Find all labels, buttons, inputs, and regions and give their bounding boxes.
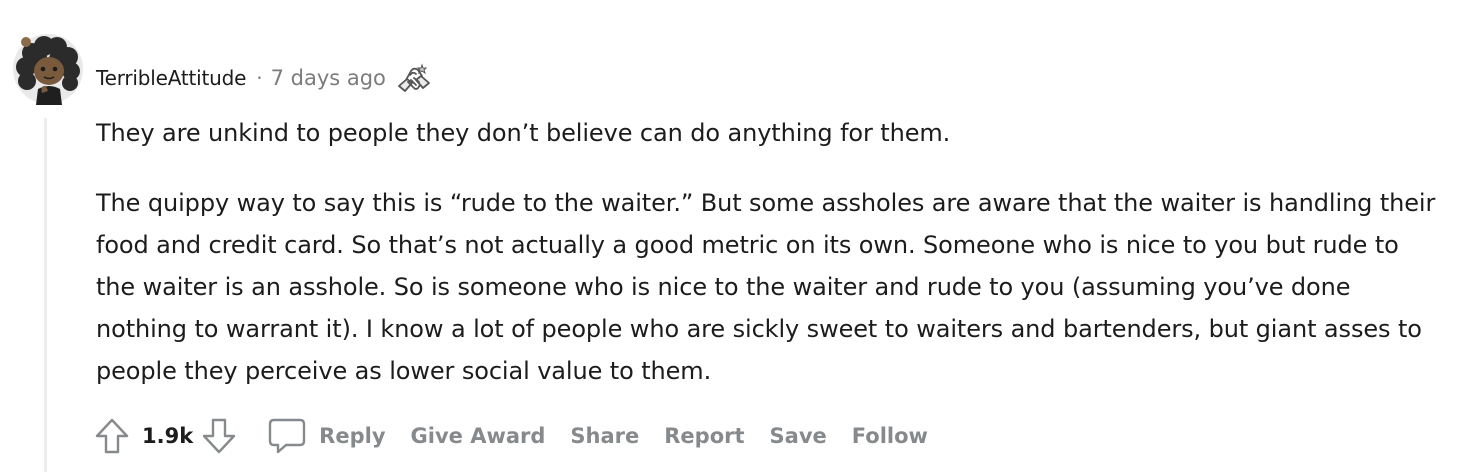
comment-bubble-icon: [268, 418, 306, 454]
thread-line[interactable]: [44, 118, 47, 472]
comment-actions: 1.9k Reply Give Award Share Report Save …: [92, 414, 928, 458]
comment-paragraph: The quippy way to say this is “rude to t…: [96, 189, 1436, 385]
downvote-arrow-icon: [202, 418, 236, 454]
avatar-icon: [13, 34, 83, 105]
downvote-button[interactable]: [199, 414, 239, 458]
award-handshake-icon[interactable]: [396, 62, 432, 94]
give-award-button[interactable]: Give Award: [411, 424, 546, 448]
upvote-arrow-icon: [95, 418, 129, 454]
comment-body: They are unkind to people they don’t bel…: [96, 112, 1436, 392]
vote-score: 1.9k: [142, 424, 194, 448]
report-button[interactable]: Report: [664, 424, 744, 448]
share-button[interactable]: Share: [570, 424, 639, 448]
reply-label: Reply: [319, 424, 386, 448]
timestamp[interactable]: 7 days ago: [271, 66, 386, 90]
reply-button[interactable]: Reply: [267, 417, 386, 455]
upvote-button[interactable]: [92, 414, 132, 458]
comment-meta: TerribleAttitude · 7 days ago: [96, 63, 432, 93]
follow-button[interactable]: Follow: [852, 424, 928, 448]
save-button[interactable]: Save: [770, 424, 827, 448]
username[interactable]: TerribleAttitude: [96, 66, 246, 90]
comment-paragraph: They are unkind to people they don’t bel…: [96, 119, 951, 147]
avatar[interactable]: [12, 33, 84, 105]
meta-separator: ·: [256, 66, 263, 90]
